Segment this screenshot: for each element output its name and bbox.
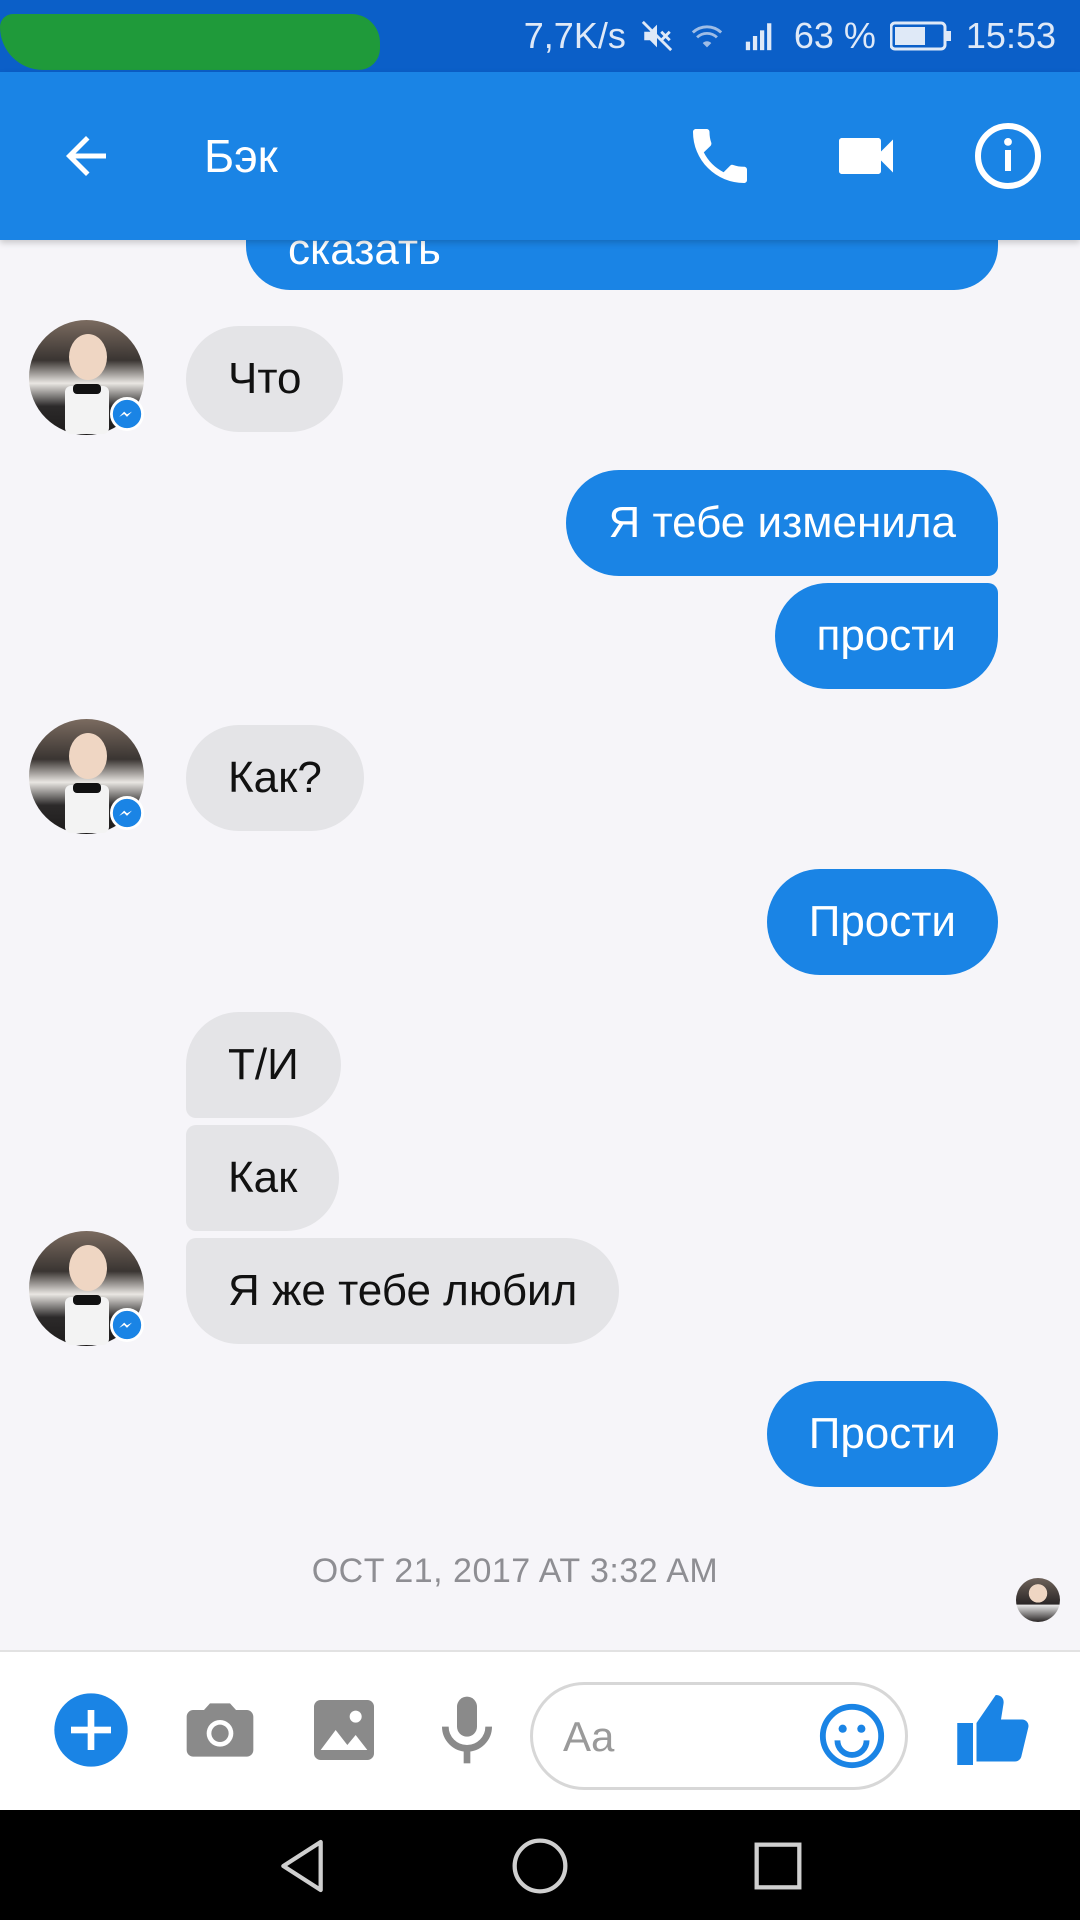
redaction-scribble [0, 14, 380, 70]
incoming-message[interactable]: Я же тебе любил [186, 1238, 620, 1344]
plus-icon[interactable] [51, 1690, 131, 1770]
clock: 15:53 [965, 15, 1056, 56]
incoming-message[interactable]: Что [186, 326, 344, 432]
avatar-bowtie [73, 783, 101, 793]
avatar-face [69, 1245, 107, 1291]
nav-back-icon[interactable] [270, 1834, 334, 1898]
messenger-badge-icon [110, 1308, 144, 1342]
signal-icon [745, 23, 772, 51]
avatar-face [69, 733, 107, 779]
composer-bar [0, 1650, 1080, 1810]
messenger-badge-icon [110, 397, 144, 431]
incoming-message[interactable]: Как? [186, 725, 364, 831]
network-speed: 7,7K/s [523, 15, 626, 56]
mute-icon [641, 20, 673, 52]
contact-avatar[interactable] [29, 320, 144, 435]
smiley-icon[interactable] [817, 1701, 887, 1771]
message-list[interactable]: сказать Что Я тебе изменила прости Как? … [0, 240, 1080, 1650]
contact-avatar[interactable] [29, 1231, 144, 1346]
thumbs-up-icon[interactable] [952, 1688, 1036, 1772]
incoming-message[interactable]: Как [186, 1125, 340, 1231]
video-camera-icon[interactable] [830, 120, 902, 192]
nav-recents-icon[interactable] [746, 1834, 810, 1898]
battery-percent: 63 % [793, 15, 876, 56]
battery-icon [889, 21, 951, 51]
info-icon[interactable] [972, 120, 1044, 192]
wifi-icon [691, 25, 722, 48]
chat-header: Бэк [0, 72, 1080, 240]
nav-home-icon[interactable] [508, 1834, 572, 1898]
outgoing-message[interactable]: Прости [766, 1381, 998, 1487]
back-arrow-icon[interactable] [56, 126, 116, 186]
status-bar: 7,7K/s 63 % 15:53 [0, 0, 1080, 72]
image-icon[interactable] [304, 1690, 384, 1770]
outgoing-message[interactable]: Прости [766, 869, 998, 975]
contact-avatar[interactable] [29, 719, 144, 834]
incoming-message[interactable]: Т/И [186, 1012, 341, 1118]
outgoing-message[interactable]: Я тебе изменила [566, 470, 998, 576]
microphone-icon[interactable] [427, 1690, 507, 1770]
outgoing-message[interactable]: прости [774, 583, 998, 689]
system-navigation-bar [0, 1810, 1080, 1920]
avatar-face [69, 334, 107, 380]
message-input-field[interactable] [530, 1682, 908, 1790]
seen-indicator-avatar [1016, 1578, 1060, 1622]
message-input[interactable] [561, 1705, 811, 1769]
messenger-badge-icon [110, 796, 144, 830]
outgoing-message[interactable]: сказать [246, 240, 998, 290]
avatar-bowtie [73, 384, 101, 394]
message-timestamp: OCT 21, 2017 AT 3:32 AM [311, 1552, 719, 1590]
camera-icon[interactable] [180, 1690, 260, 1770]
status-indicators: 7,7K/s 63 % 15:53 [524, 12, 1056, 60]
phone-icon[interactable] [684, 120, 756, 192]
contact-name[interactable]: Бэк [204, 128, 278, 184]
avatar-bowtie [73, 1295, 101, 1305]
